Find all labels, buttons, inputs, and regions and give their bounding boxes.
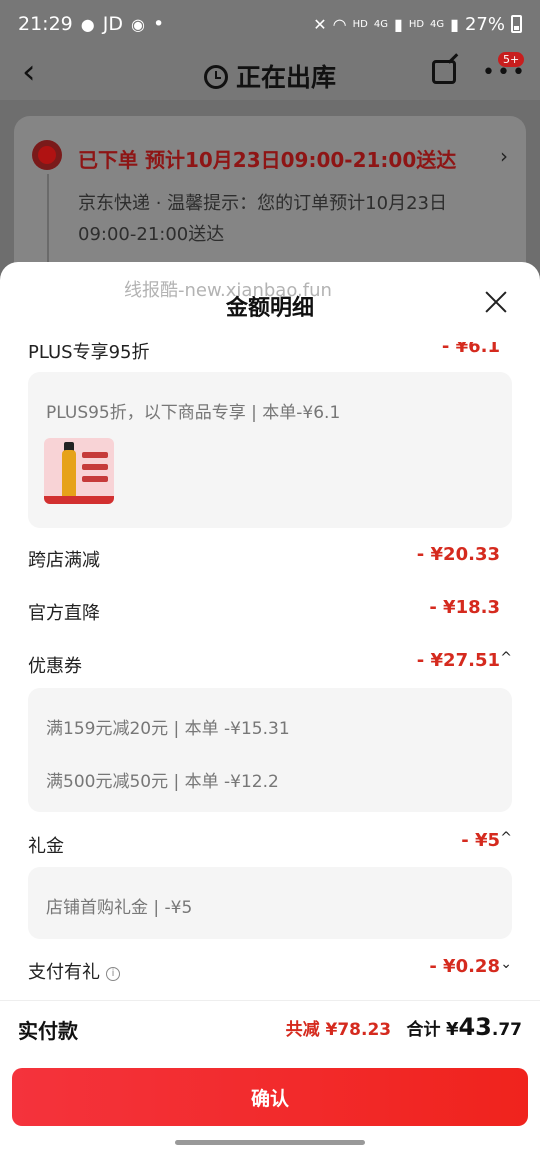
- network-hd-2: HD: [408, 18, 425, 30]
- currency-symbol: ¥: [445, 1019, 459, 1040]
- row-label: PLUS专享95折: [28, 342, 150, 363]
- home-indicator[interactable]: [175, 1140, 365, 1145]
- product-thumbnail[interactable]: [44, 438, 114, 504]
- row-label: 官方直降: [28, 603, 100, 624]
- total-discount: 共减 ¥78.23: [285, 1020, 392, 1040]
- status-bar: 21:29 ● JD ◉ • ✕ ◠ HD 4G ▮ HD 4G ▮ 27%: [0, 0, 540, 48]
- row-amount: - ¥18.3: [429, 597, 500, 618]
- row-label: 支付有礼 i: [28, 958, 120, 984]
- battery-percent: 27%: [464, 13, 505, 35]
- notification-dot: •: [152, 13, 165, 35]
- row-label: 跨店满减: [28, 550, 100, 571]
- row-amount: - ¥20.33: [416, 544, 500, 565]
- row-gift-money[interactable]: 礼金 - ¥5 ^: [0, 830, 540, 860]
- info-icon[interactable]: i: [106, 967, 120, 981]
- gift-detail-text: 店铺首购礼金 | -¥5: [46, 898, 193, 918]
- sheet-title: 金额明细: [225, 296, 314, 321]
- total-decimal: .77: [491, 1020, 522, 1040]
- detail-list[interactable]: PLUS专享95折 - ¥6.1 ^ PLUS95折，以下商品专享 | 本单-¥…: [0, 342, 540, 1000]
- status-dot-icon: [32, 140, 62, 170]
- mute-icon: ✕: [313, 14, 327, 34]
- row-coupon[interactable]: 优惠券 - ¥27.51 ^: [0, 650, 540, 680]
- message-badge: 5+: [498, 52, 525, 67]
- row-amount: - ¥27.51: [416, 650, 500, 671]
- confirm-button[interactable]: 确认: [12, 1068, 528, 1126]
- row-plus-discount[interactable]: PLUS专享95折 - ¥6.1 ^: [0, 342, 540, 366]
- row-amount: - ¥6.1: [441, 342, 500, 357]
- row-label: 优惠券: [28, 656, 82, 677]
- network-hd-1: HD: [352, 18, 368, 30]
- share-icon[interactable]: [432, 60, 456, 84]
- chevron-up-icon[interactable]: ^: [500, 342, 512, 352]
- actual-payment-label: 实付款: [18, 1019, 78, 1043]
- row-payment-gift[interactable]: 支付有礼 i - ¥0.28 ⌄: [0, 956, 540, 986]
- clock-icon: [203, 65, 228, 89]
- coupon-line-2: 满500元减50元 | 本单 -¥12.2: [46, 772, 279, 792]
- coupon-detail-box: 满159元减20元 | 本单 -¥15.31 满500元减50元 | 本单 -¥…: [28, 688, 512, 812]
- plus-detail-box: PLUS95折，以下商品专享 | 本单-¥6.1: [28, 372, 512, 528]
- close-icon[interactable]: [484, 290, 508, 314]
- chevron-right-icon[interactable]: ›: [500, 144, 508, 168]
- signal-icon-1: ▮: [394, 14, 403, 34]
- row-amount: - ¥5: [461, 830, 500, 851]
- total-block: 共减 ¥78.23 合计 ¥43.77: [286, 1013, 522, 1041]
- total-label: 合计: [406, 1020, 441, 1040]
- status-time: 21:29: [18, 13, 73, 35]
- gesture-nav-bar: [0, 1126, 540, 1158]
- message-icon: ◉: [130, 14, 145, 34]
- chevron-down-icon[interactable]: ⌄: [500, 956, 512, 972]
- signal-icon-2: ▮: [450, 14, 459, 34]
- wechat-icon: ●: [80, 14, 95, 34]
- tracking-card[interactable]: 已下单 预计10月23日09:00-21:00送达 › 京东快递 · 温馨提示：…: [14, 116, 526, 286]
- wifi-icon: ◠: [332, 14, 347, 34]
- page-title: 正在出库: [0, 58, 540, 94]
- jd-app-icon: JD: [102, 13, 123, 35]
- payment-summary: 实付款 共减 ¥78.23 合计 ¥43.77: [0, 1000, 540, 1060]
- row-cross-store-discount: 跨店满减 - ¥20.33: [0, 544, 540, 574]
- gift-detail-box: 店铺首购礼金 | -¥5: [28, 867, 512, 939]
- timeline-line: [47, 174, 49, 274]
- row-label-text: 支付有礼: [28, 962, 100, 983]
- battery-icon: [511, 15, 522, 33]
- chevron-up-icon[interactable]: ^: [500, 650, 512, 666]
- coupon-line-1: 满159元减20元 | 本单 -¥15.31: [46, 719, 290, 739]
- tracking-description: 京东快递 · 温馨提示：您的订单预计10月23日09:00-21:00送达: [78, 193, 447, 245]
- page-header: ‹ 正在出库 •••: [0, 48, 540, 100]
- chevron-up-icon[interactable]: ^: [500, 830, 512, 846]
- signal-4g-2: 4G: [430, 18, 445, 30]
- signal-4g-1: 4G: [373, 18, 388, 30]
- row-official-discount: 官方直降 - ¥18.3: [0, 597, 540, 627]
- amount-detail-sheet: 线报酷-new.xianbao.fun 金额明细 PLUS专享95折 - ¥6.…: [0, 262, 540, 1158]
- plus-detail-text: PLUS95折，以下商品专享 | 本单-¥6.1: [46, 403, 341, 423]
- more-icon[interactable]: •••: [482, 62, 527, 84]
- row-amount: - ¥0.28: [429, 956, 500, 977]
- tracking-title: 已下单 预计10月23日09:00-21:00送达: [78, 148, 457, 172]
- row-label: 礼金: [28, 836, 64, 857]
- page-title-text: 正在出库: [235, 63, 336, 92]
- total-integer: 43: [458, 1013, 492, 1041]
